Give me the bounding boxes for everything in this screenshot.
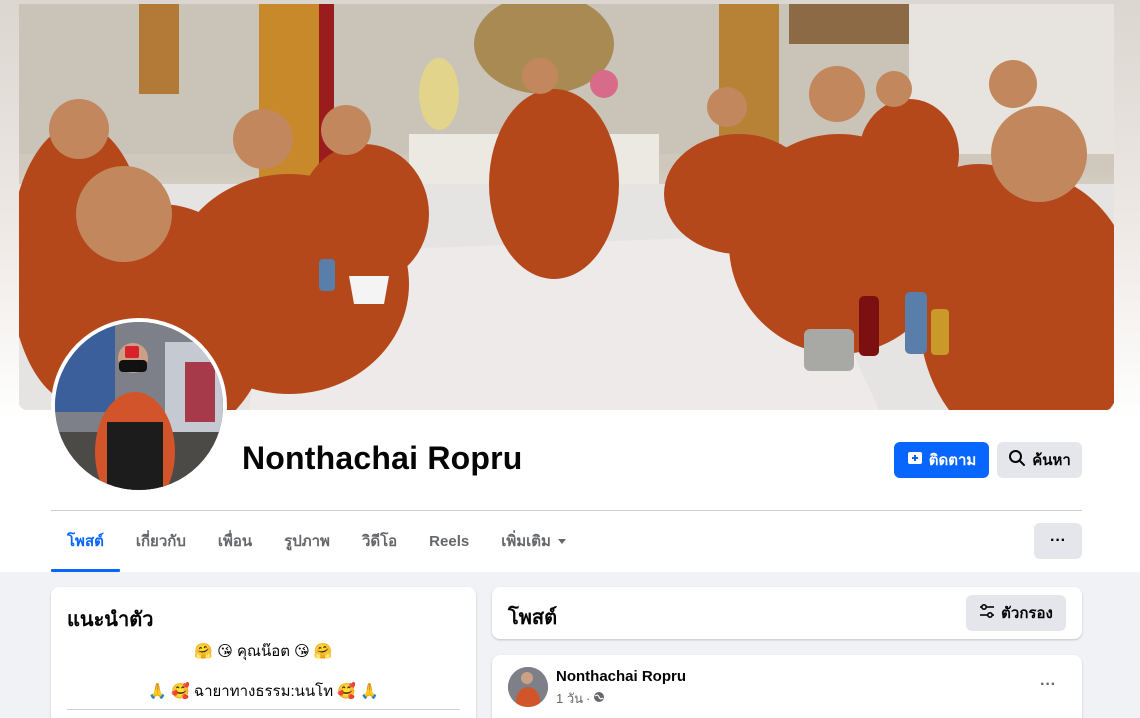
post-author-name[interactable]: Nonthachai Ropru xyxy=(556,668,686,685)
avatar-illustration xyxy=(55,322,223,490)
tab-label: วิดีโอ xyxy=(361,533,398,550)
tab-label: โพสต์ xyxy=(67,533,104,550)
tab-photos[interactable]: รูปภาพ xyxy=(268,512,346,570)
post-avatar-illustration xyxy=(508,667,548,707)
tab-label: เพื่อน xyxy=(217,533,253,550)
follow-button[interactable]: ติดตาม xyxy=(894,442,989,478)
profile-more-button[interactable]: ··· xyxy=(1034,523,1082,559)
intro-card: แนะนำตัว 🤗 😘 คุณน๊อต 😘 🤗 🙏 🥰 ฉายาทางธรรม… xyxy=(51,587,476,718)
intro-title: แนะนำตัว xyxy=(67,609,154,631)
user-plus-icon xyxy=(907,450,923,470)
tab-label: Reels xyxy=(429,532,470,550)
meta-separator: · xyxy=(586,691,591,706)
posts-title: โพสต์ xyxy=(508,607,558,629)
search-icon xyxy=(1008,449,1026,471)
header-divider xyxy=(51,510,1082,511)
bio-line: 🤗 😘 คุณน๊อต 😘 🤗 xyxy=(194,643,333,660)
globe-icon xyxy=(593,691,605,706)
tab-friends[interactable]: เพื่อน xyxy=(202,512,268,570)
bio-line: 🙏 🥰 ฉายาทางธรรม:นนโท 🥰 🙏 xyxy=(148,683,379,700)
tab-reels[interactable]: Reels xyxy=(413,512,485,570)
post-time[interactable]: 1 วัน xyxy=(556,688,583,709)
caret-down-icon xyxy=(557,533,567,550)
avatar[interactable] xyxy=(51,318,227,494)
post-options-button[interactable]: ··· xyxy=(1030,671,1066,699)
tab-label: รูปภาพ xyxy=(284,533,330,550)
tab-more[interactable]: เพิ่มเติม xyxy=(485,512,583,570)
filter-button[interactable]: ตัวกรอง xyxy=(966,595,1066,631)
post-card: Nonthachai Ropru 1 วัน · ··· xyxy=(492,655,1082,718)
profile-name: Nonthachai Ropru xyxy=(242,440,523,476)
tab-posts[interactable]: โพสต์ xyxy=(51,512,120,572)
tab-label: เพิ่มเติม xyxy=(501,533,551,550)
profile-tabs: โพสต์ เกี่ยวกับ เพื่อน รูปภาพ วิดีโอ Ree… xyxy=(51,512,583,572)
intro-divider xyxy=(67,709,460,710)
avatar-image xyxy=(55,322,223,490)
tab-about[interactable]: เกี่ยวกับ xyxy=(120,512,202,570)
filter-label: ตัวกรอง xyxy=(1001,605,1053,622)
search-label: ค้นหา xyxy=(1032,452,1071,469)
tab-label: เกี่ยวกับ xyxy=(135,533,186,550)
follow-label: ติดตาม xyxy=(928,452,977,469)
profile-header: Nonthachai Ropru ติดตาม ค้นหา โพสต์ เกี่… xyxy=(0,0,1140,572)
posts-header-card: โพสต์ ตัวกรอง xyxy=(492,587,1082,639)
post-author-avatar[interactable] xyxy=(508,667,548,707)
search-button[interactable]: ค้นหา xyxy=(997,442,1082,478)
sliders-icon xyxy=(979,603,995,623)
post-meta: 1 วัน · xyxy=(556,688,605,709)
tab-videos[interactable]: วิดีโอ xyxy=(346,512,413,570)
